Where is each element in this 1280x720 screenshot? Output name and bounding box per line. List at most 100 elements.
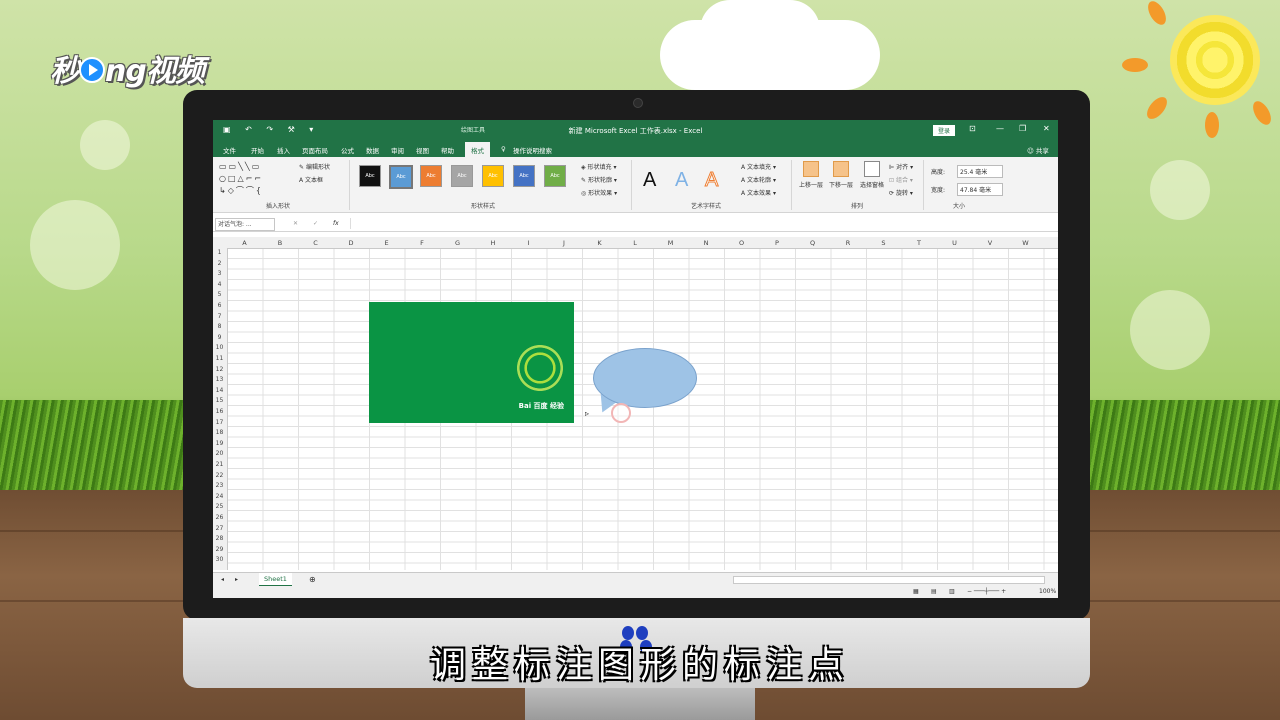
add-sheet-icon[interactable]: ⊕ <box>309 575 316 584</box>
tab-view[interactable]: 视图 <box>416 145 429 155</box>
text-box-button[interactable]: A 文本框 <box>299 175 323 184</box>
width-input[interactable]: 47.84 毫米 <box>957 183 1003 196</box>
row-header[interactable]: 22 <box>213 472 226 479</box>
sheet-nav-next-icon[interactable]: ▸ <box>235 576 238 583</box>
cancel-icon[interactable]: ✕ <box>293 220 298 227</box>
wordart-style-orange-outline[interactable]: A <box>704 169 718 192</box>
column-header[interactable]: C <box>298 239 333 247</box>
name-box[interactable]: 对话气泡: ... <box>215 218 275 231</box>
tab-file[interactable]: 文件 <box>223 145 236 155</box>
group-button[interactable]: ⊡ 组合 ▾ <box>889 175 913 184</box>
wordart-style-blue[interactable]: A <box>675 169 688 192</box>
row-header[interactable]: 16 <box>213 408 226 415</box>
column-header[interactable]: A <box>227 239 262 247</box>
row-header[interactable]: 10 <box>213 344 226 351</box>
text-effects-button[interactable]: A 文本效果 ▾ <box>741 188 776 197</box>
row-header[interactable]: 21 <box>213 461 226 468</box>
shape-outline-button[interactable]: ✎ 形状轮廓 ▾ <box>581 175 617 184</box>
enter-icon[interactable]: ✓ <box>313 220 318 227</box>
tab-formulas[interactable]: 公式 <box>341 145 354 155</box>
row-header[interactable]: 1 <box>213 249 226 256</box>
row-header[interactable]: 24 <box>213 493 226 500</box>
ribbon-display-icon[interactable]: ⊡ <box>969 124 976 133</box>
column-header[interactable]: T <box>902 239 937 247</box>
page-layout-view-icon[interactable]: ▤ <box>931 588 937 595</box>
formula-input[interactable] <box>350 218 1051 229</box>
column-header[interactable]: H <box>476 239 511 247</box>
sheet-nav-prev-icon[interactable]: ◂ <box>221 576 224 583</box>
column-header[interactable]: U <box>937 239 972 247</box>
shape-style-darkblue[interactable]: Abc <box>513 165 535 187</box>
selection-pane-button[interactable]: 选择窗格 <box>857 161 887 189</box>
column-header[interactable]: N <box>689 239 724 247</box>
text-outline-button[interactable]: A 文本轮廓 ▾ <box>741 175 776 184</box>
height-input[interactable]: 25.4 毫米 <box>957 165 1003 178</box>
wordart-style-black[interactable]: A <box>643 169 656 192</box>
tab-format[interactable]: 格式 <box>465 142 490 158</box>
share-button[interactable]: ☺ 共享 <box>1027 145 1049 155</box>
column-header[interactable]: V <box>973 239 1008 247</box>
bring-forward-button[interactable]: 上移一层 <box>796 161 826 189</box>
normal-view-icon[interactable]: ▦ <box>913 588 919 595</box>
page-break-view-icon[interactable]: ▥ <box>949 588 955 595</box>
row-header[interactable]: 13 <box>213 376 226 383</box>
speech-bubble-callout[interactable] <box>593 348 697 408</box>
row-header[interactable]: 30 <box>213 556 226 563</box>
row-header[interactable]: 17 <box>213 419 226 426</box>
tell-me-search[interactable]: 操作说明搜索 <box>513 145 552 155</box>
function-icon[interactable]: fx <box>333 220 339 227</box>
column-header[interactable]: R <box>831 239 866 247</box>
column-header[interactable]: F <box>405 239 440 247</box>
maximize-icon[interactable]: ❐ <box>1019 124 1026 133</box>
column-header[interactable]: W <box>1008 239 1043 247</box>
column-header[interactable]: E <box>369 239 404 247</box>
tab-data[interactable]: 数据 <box>366 145 379 155</box>
shapes-gallery[interactable]: ▭▭╲╲▭ ○□△⌐⌐ ↳◇⌒⌒{ <box>219 161 263 197</box>
column-header[interactable]: L <box>618 239 653 247</box>
align-button[interactable]: ⊫ 对齐 ▾ <box>889 162 913 171</box>
tab-help[interactable]: 帮助 <box>441 145 454 155</box>
row-header[interactable]: 26 <box>213 514 226 521</box>
row-header[interactable]: 14 <box>213 387 226 394</box>
row-header[interactable]: 7 <box>213 313 226 320</box>
column-header[interactable]: P <box>760 239 795 247</box>
tab-insert[interactable]: 插入 <box>277 145 290 155</box>
login-button[interactable]: 登录 <box>933 125 956 136</box>
column-header[interactable]: B <box>263 239 298 247</box>
row-header[interactable]: 27 <box>213 525 226 532</box>
shape-style-orange[interactable]: Abc <box>420 165 442 187</box>
edit-shape-button[interactable]: ✎ 编辑形状 <box>299 162 330 171</box>
column-header[interactable]: K <box>582 239 617 247</box>
horizontal-scrollbar[interactable] <box>733 576 1045 584</box>
row-header[interactable]: 29 <box>213 546 226 553</box>
row-header[interactable]: 28 <box>213 535 226 542</box>
tab-home[interactable]: 开始 <box>251 145 264 155</box>
column-header[interactable]: Q <box>795 239 830 247</box>
row-header[interactable]: 25 <box>213 503 226 510</box>
shape-effects-button[interactable]: ◎ 形状效果 ▾ <box>581 188 617 197</box>
shape-style-gray[interactable]: Abc <box>451 165 473 187</box>
column-header[interactable]: M <box>653 239 688 247</box>
row-header[interactable]: 15 <box>213 397 226 404</box>
row-header[interactable]: 5 <box>213 291 226 298</box>
row-header[interactable]: 20 <box>213 450 226 457</box>
zoom-slider[interactable]: − ───┼─── + <box>967 588 1006 595</box>
close-icon[interactable]: ✕ <box>1043 124 1050 133</box>
tab-review[interactable]: 审阅 <box>391 145 404 155</box>
send-backward-button[interactable]: 下移一层 <box>826 161 856 189</box>
row-header[interactable]: 4 <box>213 281 226 288</box>
column-header[interactable]: O <box>724 239 759 247</box>
row-header[interactable]: 9 <box>213 334 226 341</box>
minimize-icon[interactable]: — <box>996 124 1004 133</box>
baidu-picture[interactable]: Bai 百度 经验 <box>369 302 574 423</box>
column-header[interactable]: S <box>866 239 901 247</box>
shape-style-gold[interactable]: Abc <box>482 165 504 187</box>
row-header[interactable]: 11 <box>213 355 226 362</box>
row-header[interactable]: 23 <box>213 482 226 489</box>
rotate-button[interactable]: ⟳ 旋转 ▾ <box>889 188 913 197</box>
column-header[interactable]: J <box>547 239 582 247</box>
row-header[interactable]: 19 <box>213 440 226 447</box>
shape-style-green[interactable]: Abc <box>544 165 566 187</box>
callout-adjust-handle[interactable] <box>611 403 631 423</box>
row-header[interactable]: 3 <box>213 270 226 277</box>
